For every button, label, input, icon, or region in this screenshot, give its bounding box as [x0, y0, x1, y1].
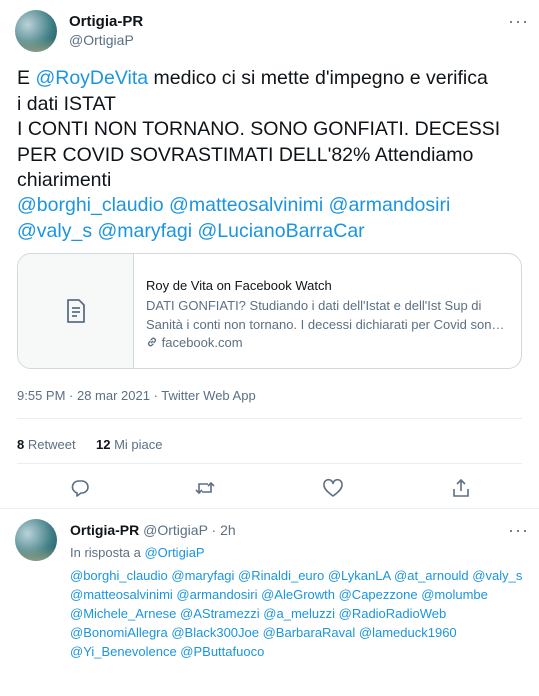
- likes-stat[interactable]: 12 Mi piace: [96, 437, 163, 452]
- link-icon: [147, 337, 157, 347]
- divider: [17, 418, 522, 419]
- retweets-count: 8: [17, 437, 25, 452]
- likes-label: Mi piace: [114, 437, 163, 452]
- mention-link[interactable]: @RoyDeVita: [35, 67, 148, 89]
- reply-mentions[interactable]: @borghi_claudio @maryfagi @Rinaldi_euro …: [70, 566, 530, 661]
- reply-handle-time: @OrtigiaP · 2h: [143, 522, 236, 538]
- divider: [0, 508, 539, 509]
- tweet-text-intro: E: [17, 67, 36, 89]
- share-icon[interactable]: [450, 477, 472, 499]
- tweet-timestamp[interactable]: 9:55 PM · 28 mar 2021 · Twitter Web App: [17, 388, 256, 403]
- card-thumbnail: [18, 254, 134, 368]
- card-link-domain: facebook.com: [161, 335, 243, 350]
- card-title: Roy de Vita on Facebook Watch: [146, 278, 332, 293]
- retweets-label: Retweet: [27, 437, 76, 452]
- mentions-line-2[interactable]: @valy_s @maryfagi @LucianoBarraCar: [17, 219, 522, 245]
- retweets-stat[interactable]: 8 Retweet: [17, 437, 76, 452]
- reply-author-name: Ortigia-PR: [70, 522, 140, 538]
- avatar[interactable]: [15, 10, 57, 52]
- author-handle[interactable]: @OrtigiaP: [69, 32, 134, 48]
- card-link: facebook.com: [146, 335, 243, 350]
- like-icon[interactable]: [322, 477, 344, 499]
- reply-author[interactable]: Ortigia-PR @OrtigiaP · 2h: [70, 522, 236, 538]
- tweet-text: E @RoyDeVita medico ci si mette d'impegn…: [17, 66, 522, 194]
- more-dots-icon[interactable]: ···: [508, 521, 529, 539]
- retweet-icon[interactable]: [194, 477, 216, 499]
- link-card[interactable]: Roy de Vita on Facebook Watch DATI GONFI…: [17, 253, 522, 369]
- reply-icon[interactable]: [69, 477, 91, 499]
- card-description: DATI GONFIATI? Studiando i dati dell'Ist…: [146, 298, 505, 332]
- reply-avatar[interactable]: [15, 519, 57, 561]
- author-name[interactable]: Ortigia-PR: [69, 13, 143, 30]
- document-icon: [66, 299, 85, 323]
- more-dots-icon[interactable]: ···: [508, 12, 529, 30]
- reply-to-label: In risposta a: [70, 545, 145, 560]
- reply-context: In risposta a @OrtigiaP: [70, 545, 205, 560]
- divider: [17, 463, 522, 464]
- likes-count: 12: [96, 437, 111, 452]
- mentions-line-1[interactable]: @borghi_claudio @matteosalvinimi @armand…: [17, 193, 522, 219]
- reply-to-handle[interactable]: @OrtigiaP: [144, 545, 204, 560]
